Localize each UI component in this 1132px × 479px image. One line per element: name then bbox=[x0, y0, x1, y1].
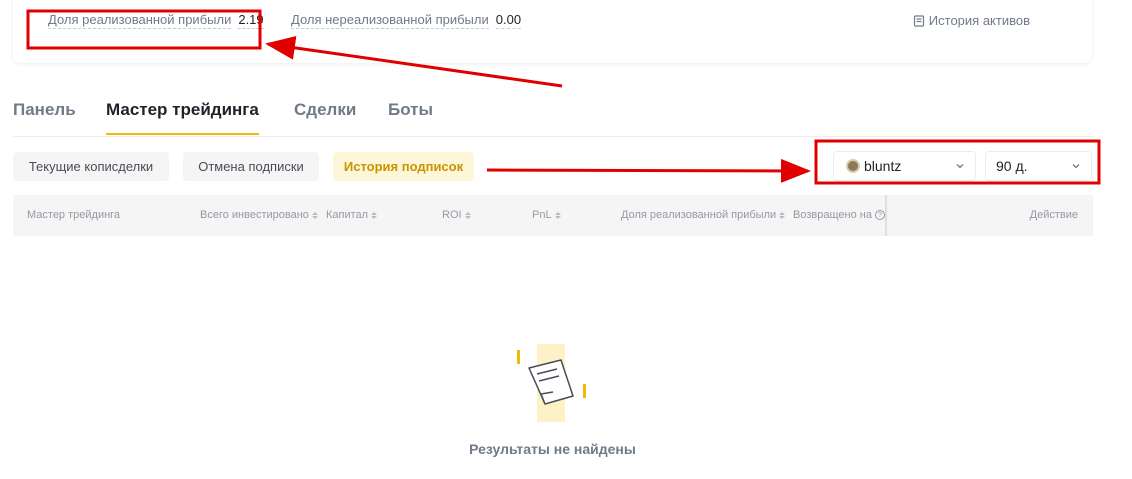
column-label: ROI bbox=[442, 209, 462, 221]
column-divider bbox=[885, 195, 888, 236]
tab-dashboard[interactable]: Панель bbox=[13, 100, 76, 134]
sort-icon bbox=[311, 211, 318, 219]
avatar bbox=[846, 159, 860, 173]
document-icon bbox=[913, 14, 924, 27]
summary-card: Доля реализованной прибыли 2.19 Доля нере… bbox=[13, 0, 1092, 63]
column-label: Доля реализованной прибыли bbox=[621, 209, 777, 221]
empty-state-message: Результаты не найдены bbox=[469, 441, 636, 457]
realized-profit-label: Доля реализованной прибыли bbox=[48, 12, 232, 29]
tab-copy-trading[interactable]: Мастер трейдинга bbox=[106, 100, 259, 135]
column-label: Мастер трейдинга bbox=[27, 209, 121, 221]
column-label: Возвращено на bbox=[793, 209, 872, 221]
column-label: Капитал bbox=[326, 209, 369, 221]
chevron-down-icon bbox=[1072, 164, 1080, 169]
subtab-label: Отмена подписки bbox=[198, 159, 304, 174]
column-label: Всего инвестировано bbox=[200, 209, 309, 221]
subtab-unsubscribed[interactable]: Отмена подписки bbox=[183, 152, 319, 181]
unrealized-profit-stat[interactable]: Доля нереализованной прибыли 0.00 bbox=[291, 12, 522, 29]
subtab-label: Текущие кописделки bbox=[28, 159, 154, 174]
column-realized-profit-share[interactable]: Доля реализованной прибыли bbox=[621, 209, 786, 221]
user-select[interactable]: bluntz bbox=[833, 151, 976, 181]
user-select-value: bluntz bbox=[864, 158, 902, 174]
subtab-current-copytrades[interactable]: Текущие кописделки bbox=[13, 152, 169, 181]
subtab-label: История подписок bbox=[343, 159, 464, 174]
tab-trades[interactable]: Сделки bbox=[294, 100, 356, 134]
column-label: PnL bbox=[532, 209, 552, 221]
column-returned-to: Возвращено на? bbox=[793, 209, 885, 221]
unrealized-profit-label: Доля нереализованной прибыли bbox=[291, 12, 489, 29]
sort-icon bbox=[464, 211, 471, 219]
main-tabs: Панель Мастер трейдинга Сделки Боты bbox=[13, 100, 1092, 137]
sort-icon bbox=[554, 211, 561, 219]
realized-profit-stat[interactable]: Доля реализованной прибыли 2.19 bbox=[48, 12, 264, 29]
table-header: Мастер трейдинга Всего инвестировано Кап… bbox=[13, 195, 1093, 236]
subtab-subscription-history[interactable]: История подписок bbox=[333, 152, 474, 181]
annotation-arrow bbox=[486, 158, 811, 183]
column-pnl[interactable]: PnL bbox=[532, 209, 561, 221]
period-select[interactable]: 90 д. bbox=[985, 151, 1092, 181]
column-roi[interactable]: ROI bbox=[442, 209, 471, 221]
sort-icon bbox=[371, 211, 378, 219]
column-total-invested[interactable]: Всего инвестировано bbox=[200, 209, 318, 221]
help-icon[interactable]: ? bbox=[874, 210, 885, 220]
column-capital[interactable]: Капитал bbox=[326, 209, 378, 221]
column-action: Действие bbox=[1030, 209, 1078, 221]
column-master-trader: Мастер трейдинга bbox=[27, 209, 120, 221]
empty-document-icon bbox=[517, 344, 586, 422]
tab-bots[interactable]: Боты bbox=[388, 100, 433, 134]
asset-history-link[interactable]: История активов bbox=[913, 13, 1030, 28]
column-label: Действие bbox=[1029, 209, 1078, 221]
period-select-value: 90 д. bbox=[996, 158, 1028, 174]
sort-icon bbox=[779, 211, 786, 219]
asset-history-label: История активов bbox=[928, 13, 1030, 28]
chevron-down-icon bbox=[956, 164, 964, 169]
unrealized-profit-value: 0.00 bbox=[495, 12, 522, 29]
realized-profit-value: 2.19 bbox=[238, 12, 264, 29]
